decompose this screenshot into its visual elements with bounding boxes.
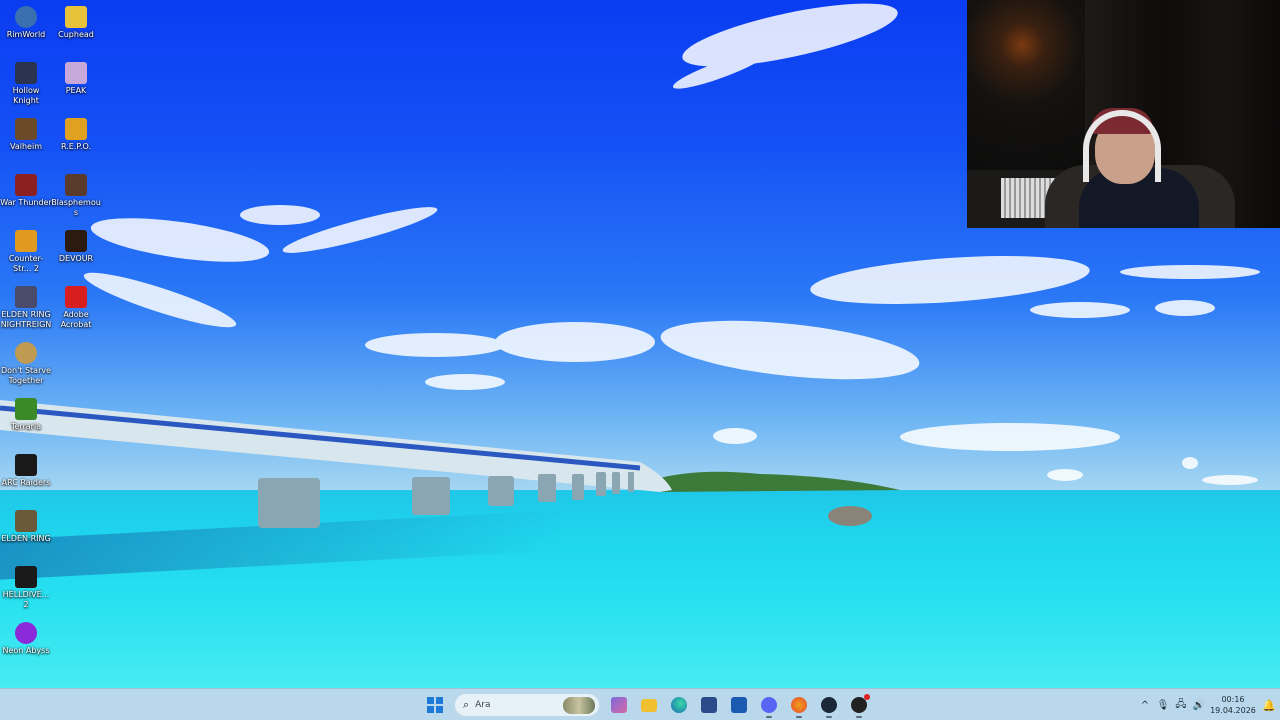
webcam-overlay (967, 0, 1280, 228)
obs-button[interactable] (846, 692, 872, 718)
store-button[interactable] (696, 692, 722, 718)
desktop-icon-label: ELDEN RING (1, 534, 51, 543)
elden-ring-nightreign-icon (15, 286, 37, 308)
arc-raiders-icon (15, 454, 37, 476)
desktop-icon-neon-abyss[interactable]: Neon Abyss (0, 618, 52, 656)
adobe-acrobat-icon (65, 286, 87, 308)
wall-tapestry (967, 0, 1085, 170)
desktop-icon-valheim[interactable]: Valheim (0, 114, 52, 152)
store-icon (701, 697, 717, 713)
war-thunder-icon (15, 174, 37, 196)
desktop-icon-hollow-knight[interactable]: Hollow Knight (0, 58, 52, 106)
microphone-icon[interactable]: 🎙 (1154, 700, 1172, 711)
widgets-icon (611, 697, 627, 713)
desktop-icon-peak[interactable]: PEAK (50, 58, 102, 96)
edge-icon (671, 697, 687, 713)
peak-icon (65, 62, 87, 84)
search-box[interactable]: ⌕ Ara (454, 693, 600, 717)
desktop-icon-elden-ring[interactable]: ELDEN RING (0, 506, 52, 544)
desktop-icon-label: Don't Starve Together (0, 366, 52, 385)
repo-icon (65, 118, 87, 140)
windows-start-icon (427, 697, 443, 713)
desktop-icon-label: Neon Abyss (2, 646, 50, 655)
obs-icon (851, 694, 870, 713)
dont-starve-icon (15, 342, 37, 364)
discord-icon (761, 697, 777, 713)
search-placeholder: Ara (475, 700, 491, 710)
devour-icon (65, 230, 87, 252)
firefox-icon (791, 697, 807, 713)
desktop-icon-dont-starve[interactable]: Don't Starve Together (0, 338, 52, 386)
cuphead-icon (65, 6, 87, 28)
desktop-icon-helldivers[interactable]: HELLDIVE... 2 (0, 562, 52, 610)
folder-icon (641, 698, 657, 712)
edge-button[interactable] (666, 692, 692, 718)
widgets-button[interactable] (606, 692, 632, 718)
network-icon[interactable]: 🖧 (1172, 697, 1190, 714)
desktop-icon-adobe-acrobat[interactable]: Adobe Acrobat (50, 282, 102, 330)
desktop-icon-label: R.E.P.O. (60, 142, 92, 151)
desktop-icon-cuphead[interactable]: Cuphead (50, 2, 102, 40)
desktop-icon-label: Blasphemous (51, 198, 101, 217)
tray-chevron-icon[interactable]: ^ (1136, 700, 1154, 711)
clock[interactable]: 00:16 19.04.2026 (1208, 694, 1258, 716)
system-tray: ^ 🎙 🖧 🔊 00:16 19.04.2026 🔔 (1136, 689, 1280, 720)
firefox-button[interactable] (786, 692, 812, 718)
file-explorer-button[interactable] (636, 692, 662, 718)
desktop-icon-label: Counter-Str... 2 (8, 254, 44, 273)
desktop-icon-rimworld[interactable]: RimWorld (0, 2, 52, 40)
desktop-icon-label: ELDEN RING NIGHTREIGN (0, 310, 52, 329)
desktop-icon-label: RimWorld (6, 30, 46, 39)
obs-recording-indicator (864, 694, 870, 700)
search-highlight-image (563, 697, 595, 714)
desktop-icons: RimWorld Cuphead Hollow Knight PEAK Valh… (0, 0, 110, 688)
start-button[interactable] (422, 692, 448, 718)
desktop-icon-label: Terraria (10, 422, 42, 431)
elden-ring-icon (15, 510, 37, 532)
desktop-icon-label: War Thunder (0, 198, 52, 207)
neon-abyss-icon (15, 622, 37, 644)
rimworld-icon (15, 6, 37, 28)
desktop-icon-label: PEAK (65, 86, 87, 95)
desktop-icon-war-thunder[interactable]: War Thunder (0, 170, 52, 208)
desktop-icon-elden-ring-nightreign[interactable]: ELDEN RING NIGHTREIGN (0, 282, 52, 330)
blasphemous-icon (65, 174, 87, 196)
desktop-icon-label: Hollow Knight (12, 86, 40, 105)
notification-bell-icon[interactable]: 🔔 (1258, 699, 1280, 712)
helldivers-icon (15, 566, 37, 588)
clock-time: 00:16 (1221, 695, 1245, 704)
bridge-pillars (258, 472, 634, 528)
clock-date: 19.04.2026 (1210, 706, 1256, 715)
desktop-icon-label: ARC Raiders (1, 478, 51, 487)
desktop-icon-devour[interactable]: DEVOUR (50, 226, 102, 264)
counter-strike-icon (15, 230, 37, 252)
terraria-icon (15, 398, 37, 420)
island (660, 471, 900, 492)
rock (828, 506, 872, 526)
discord-button[interactable] (756, 692, 782, 718)
desktop-icon-label: Adobe Acrobat (60, 310, 92, 329)
steam-button[interactable] (816, 692, 842, 718)
search-icon: ⌕ (463, 698, 470, 711)
desktop-icon-counter-strike[interactable]: Counter-Str... 2 (0, 226, 52, 274)
taskbar: ⌕ Ara ^ 🎙 🖧 🔊 00:16 19.04.2026 🔔 (0, 688, 1280, 720)
desktop-icon-blasphemous[interactable]: Blasphemous (50, 170, 102, 218)
steam-icon (821, 697, 837, 713)
hollow-knight-icon (15, 62, 37, 84)
headset (1083, 110, 1161, 182)
desktop-icon-repo[interactable]: R.E.P.O. (50, 114, 102, 152)
volume-icon[interactable]: 🔊 (1190, 700, 1208, 711)
desktop-icon-label: HELLDIVE... 2 (2, 590, 50, 609)
desktop-icon-terraria[interactable]: Terraria (0, 394, 52, 432)
desktop-icon-label: Valheim (10, 142, 42, 151)
desktop-icon-label: Cuphead (58, 30, 94, 39)
desktop-icon-label: DEVOUR (58, 254, 94, 263)
taskbar-center: ⌕ Ara (422, 689, 872, 720)
desktop-icon-arc-raiders[interactable]: ARC Raiders (0, 450, 52, 488)
valheim-icon (15, 118, 37, 140)
outlook-icon (731, 697, 747, 713)
outlook-button[interactable] (726, 692, 752, 718)
